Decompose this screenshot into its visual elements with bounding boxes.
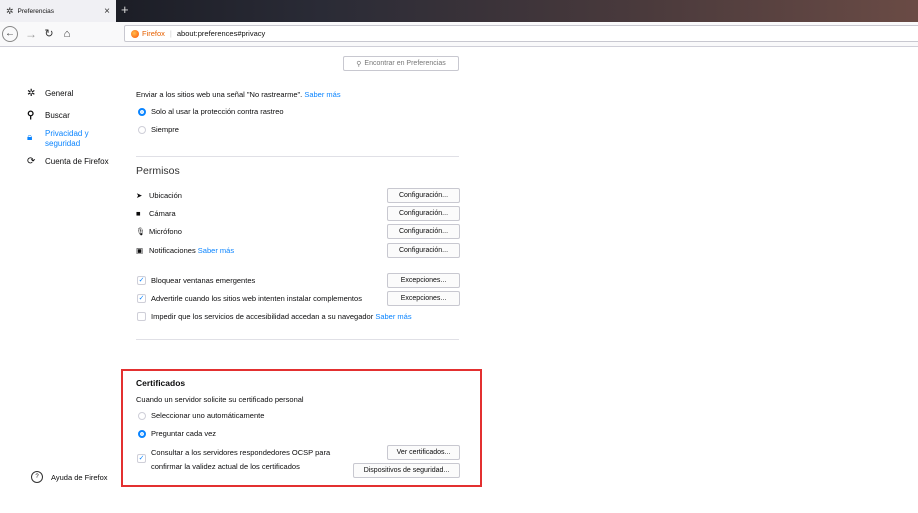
forward-icon[interactable]: → [22,25,40,43]
microphone-icon: 🎙︎ [136,227,146,236]
gear-icon: ✲ [6,5,14,16]
block-accessibility-checkbox[interactable] [137,312,146,321]
dnt-description: Enviar a los sitios web una señal "No ra… [136,90,341,99]
permission-label: Ubicación [149,191,182,200]
sidebar-item-firefox-account[interactable]: ⟳ Cuenta de Firefox [27,157,109,167]
permission-label: Cámara [149,209,176,218]
ocsp-label-line1: Consultar a los servidores respondedores… [151,448,331,457]
dnt-radio-always[interactable] [138,126,146,134]
firefox-logo-icon [131,29,139,38]
addons-exceptions-button[interactable]: Excepciones... [387,291,460,306]
cert-radio-ask[interactable] [138,430,146,438]
permissions-title: Permisos [136,165,180,177]
help-label: Ayuda de Firefox [51,472,108,482]
tab-title: Preferencias [17,7,55,15]
notification-icon: ▣ [136,246,144,255]
cert-radio-auto[interactable] [138,412,146,420]
notifications-settings-button[interactable]: Configuración... [387,243,460,258]
permission-label: Notificaciones [149,246,196,255]
accessibility-learn-more-link[interactable]: Saber más [375,312,411,321]
sidebar-item-privacy[interactable]: 🔒︎ Privacidad y seguridad [27,129,105,149]
certificates-subtitle: Cuando un servidor solicite su certifica… [136,395,304,404]
cert-option-label: Preguntar cada vez [151,429,217,438]
search-icon: ⚲ [356,60,362,68]
dnt-option-label: Siempre [151,125,179,134]
microphone-settings-button[interactable]: Configuración... [387,224,460,239]
divider [136,156,459,157]
sidebar-help-link[interactable]: ? Ayuda de Firefox [31,471,108,483]
sidebar-item-label: Privacidad y seguridad [45,129,89,148]
ocsp-checkbox[interactable]: ✓ [137,454,146,463]
url-bar[interactable]: Firefox | about:preferences#privacy [124,25,918,42]
checkbox-label: Advertirle cuando los sitios web intente… [151,294,362,303]
dnt-learn-more-link[interactable]: Saber más [304,90,340,99]
checkbox-label: Bloquear ventanas emergentes [151,276,256,285]
popups-exceptions-button[interactable]: Excepciones... [387,273,460,288]
sidebar-item-label: Buscar [45,111,70,120]
tab-strip: ✲ Preferencias × + [0,0,918,22]
divider [136,339,459,340]
location-settings-button[interactable]: Configuración... [387,188,460,203]
dnt-option-label: Solo al usar la protección contra rastre… [151,107,284,116]
block-popups-checkbox[interactable]: ✓ [137,276,146,285]
gear-icon: ✲ [27,88,36,99]
sidebar-item-search[interactable]: ⚲ Buscar [27,111,70,121]
sidebar-item-label: Cuenta de Firefox [45,157,109,166]
help-icon: ? [31,471,43,483]
cert-option-label: Seleccionar uno automáticamente [151,411,265,420]
view-certificates-button[interactable]: Ver certificados... [387,445,460,460]
camera-icon: ■ [136,209,141,218]
search-icon: ⚲ [27,110,35,121]
tab-preferences[interactable]: ✲ Preferencias × [0,0,116,22]
sidebar-item-general[interactable]: ✲ General [27,89,73,99]
url-text: about:preferences#privacy [176,29,266,38]
notifications-row-label: Notificaciones Saber más [149,246,234,255]
warn-addons-checkbox[interactable]: ✓ [137,294,146,303]
accessibility-row-label: Impedir que los servicios de accesibilid… [151,312,412,321]
back-icon[interactable]: ← [2,26,18,42]
home-icon[interactable]: ⌂ [58,25,76,43]
sidebar-item-label: General [45,89,74,98]
location-arrow-icon: ➤ [136,191,143,200]
new-tab-button[interactable]: + [121,2,129,17]
permission-label: Micrófono [149,227,182,236]
lock-icon: 🔒︎ [27,132,33,143]
certificates-title: Certificados [136,378,186,388]
close-tab-icon[interactable]: × [104,6,110,17]
security-devices-button[interactable]: Dispositivos de seguridad... [353,463,460,478]
navigation-bar: ← → ↻ ⌂ Firefox | about:preferences#priv… [0,22,918,47]
camera-settings-button[interactable]: Configuración... [387,206,460,221]
sync-icon: ⟳ [27,156,36,167]
reload-icon[interactable]: ↻ [40,25,58,43]
ocsp-label-line2: confirmar la validez actual de los certi… [151,462,300,471]
dnt-text: Enviar a los sitios web una señal "No ra… [136,90,303,99]
dnt-radio-tracking-protection[interactable] [138,108,146,116]
search-placeholder: Encontrar en Preferencias [364,60,446,67]
url-separator: | [169,29,172,38]
checkbox-label: Impedir que los servicios de accesibilid… [151,312,374,321]
preferences-search-input[interactable]: ⚲ Encontrar en Preferencias [343,56,459,71]
identity-label: Firefox [142,29,165,38]
notifications-learn-more-link[interactable]: Saber más [198,246,234,255]
